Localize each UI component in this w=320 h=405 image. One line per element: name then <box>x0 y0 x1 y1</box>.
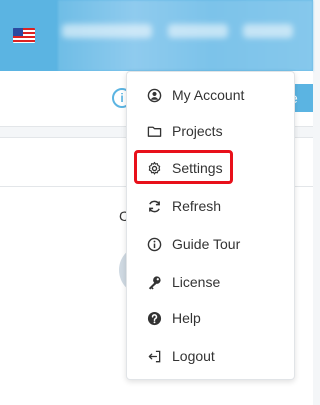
info-icon <box>147 237 162 252</box>
menu-item-help[interactable]: Help <box>127 303 294 333</box>
user-dropdown-menu: My Account Projects Settings Refresh Gui… <box>126 71 295 380</box>
menu-item-label: Projects <box>172 123 223 139</box>
user-info-redacted[interactable] <box>58 0 313 71</box>
menu-item-logout[interactable]: Logout <box>127 341 294 371</box>
menu-item-label: Guide Tour <box>172 236 241 252</box>
menu-item-label: Refresh <box>172 198 222 214</box>
account-circle-icon <box>147 88 162 103</box>
help-icon <box>147 311 162 326</box>
top-bar <box>0 0 313 71</box>
menu-item-license[interactable]: License <box>127 267 294 297</box>
folder-icon <box>147 124 162 139</box>
us-flag-icon[interactable] <box>13 28 35 43</box>
menu-item-guide-tour[interactable]: Guide Tour <box>127 229 294 259</box>
menu-item-label: Settings <box>172 160 223 176</box>
menu-item-refresh[interactable]: Refresh <box>127 191 294 221</box>
menu-item-label: Logout <box>172 348 215 364</box>
menu-item-label: Help <box>172 310 201 326</box>
refresh-icon <box>147 199 162 214</box>
menu-item-my-account[interactable]: My Account <box>127 80 294 110</box>
menu-item-label: License <box>172 274 221 290</box>
gear-icon <box>147 161 162 176</box>
menu-item-projects[interactable]: Projects <box>127 116 294 146</box>
menu-item-settings[interactable]: Settings <box>127 153 294 183</box>
menu-item-label: My Account <box>172 87 245 103</box>
key-icon <box>147 275 162 290</box>
logout-icon <box>147 349 162 364</box>
